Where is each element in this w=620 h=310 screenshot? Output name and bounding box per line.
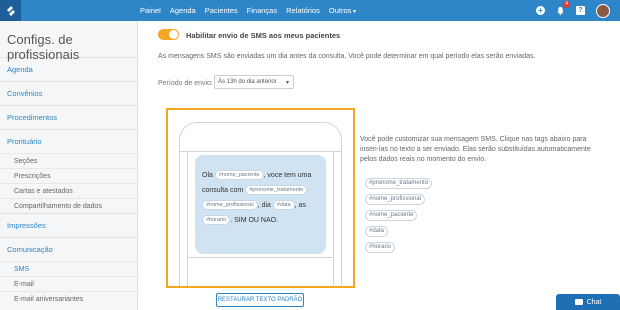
message-text: , dia <box>257 202 271 209</box>
message-tag-data[interactable]: #data <box>272 200 295 211</box>
message-text: , as <box>294 202 306 209</box>
sms-enable-label: Habilitar envio de SMS aos meus paciente… <box>186 31 341 40</box>
period-label: Período de envio: <box>158 80 213 87</box>
message-text: . SIM OU NAO. <box>230 217 279 224</box>
notifications-bell-icon[interactable]: 4 <box>556 1 570 15</box>
sidebar-item-procedimentos[interactable]: Procedimentos <box>0 105 137 129</box>
tag-button-nome-paciente[interactable]: #nome_paciente <box>365 210 418 221</box>
period-select-value: Às 13h do dia anterior <box>218 79 277 85</box>
tag-button-horario[interactable]: #horario <box>365 242 396 253</box>
nav-pacientes[interactable]: Pacientes <box>205 6 238 15</box>
user-avatar[interactable] <box>596 3 610 18</box>
top-right-icons: + 4 ? <box>525 0 610 21</box>
sidebar-subitem-compartilhamento[interactable]: Compartilhamento de dados <box>0 198 137 213</box>
main-nav: Painel Agenda Pacientes Finanças Relatór… <box>140 0 365 21</box>
sidebar-item-convenios[interactable]: Convênios <box>0 81 137 105</box>
message-text: Ola <box>202 172 213 179</box>
message-tag-nome-profissional[interactable]: #nome_profissional <box>202 200 258 211</box>
message-tag-horario[interactable]: #horario <box>202 215 231 226</box>
add-circle-icon[interactable]: + <box>536 6 545 15</box>
sms-message-editor[interactable]: Ola #nome_paciente, voce tem uma consult… <box>195 155 326 254</box>
logo-icon <box>6 5 15 16</box>
sidebar-subitem-cartas-atestados[interactable]: Cartas e atestados <box>0 183 137 198</box>
sidebar-subitem-prescricoes[interactable]: Prescrições <box>0 168 137 183</box>
sms-settings-panel: Habilitar envio de SMS aos meus paciente… <box>138 21 620 310</box>
nav-financas[interactable]: Finanças <box>247 6 277 15</box>
customize-help-text: Você pode customizar sua mensagem SMS. C… <box>360 136 591 163</box>
message-tag-nome-paciente[interactable]: #nome_paciente <box>214 170 264 181</box>
restore-default-text-button[interactable]: RESTAURAR TEXTO PADRÃO <box>216 293 304 307</box>
sms-enable-toggle[interactable] <box>158 29 179 40</box>
sidebar-subitem-sms[interactable]: SMS <box>0 261 137 276</box>
tag-button-nome-profissional[interactable]: #nome_profissional <box>365 194 426 205</box>
help-icon[interactable]: ? <box>576 6 585 15</box>
period-select[interactable]: Às 13h do dia anterior ▾ <box>214 75 294 89</box>
nav-outros-dropdown[interactable]: Outros <box>329 6 356 15</box>
nav-relatorios[interactable]: Relatórios <box>286 6 320 15</box>
sidebar-item-impressoes[interactable]: Impressões <box>0 213 137 237</box>
nav-painel[interactable]: Painel <box>140 6 161 15</box>
sidebar-item-prontuario[interactable]: Prontuário <box>0 129 137 153</box>
tag-button-pronome-tratamento[interactable]: #pronome_tratamento <box>365 178 433 189</box>
sidebar-subitem-email-aniversariantes[interactable]: E-mail aniversariantes <box>0 291 137 306</box>
app-logo[interactable] <box>0 0 21 21</box>
sidebar-subitem-email[interactable]: E-mail <box>0 276 137 291</box>
chat-button[interactable]: Chat <box>556 294 620 310</box>
chevron-down-icon: ▾ <box>285 79 289 86</box>
available-tags-list: #pronome_tratamento #nome_profissional #… <box>365 178 433 258</box>
tag-button-data[interactable]: #data <box>365 226 389 237</box>
sidebar-title: Configs. de profissionais <box>7 32 80 62</box>
sidebar-subitem-secoes[interactable]: Seções <box>0 153 137 168</box>
notification-count-badge: 4 <box>563 1 570 8</box>
sidebar-item-comunicacao[interactable]: Comunicação <box>0 237 137 261</box>
message-tag-pronome-tratamento[interactable]: #pronome_tratamento <box>245 185 308 196</box>
chat-label: Chat <box>586 298 602 306</box>
phone-screen-bottom-line <box>187 257 334 258</box>
chat-bubble-icon <box>574 299 583 305</box>
nav-agenda[interactable]: Agenda <box>170 6 196 15</box>
sms-description: As mensagens SMS são enviadas um dia ant… <box>158 53 536 60</box>
sms-preview-frame: Ola #nome_paciente, voce tem uma consult… <box>166 108 355 288</box>
top-navigation-bar: Painel Agenda Pacientes Finanças Relatór… <box>0 0 620 21</box>
settings-sidebar: Configs. de profissionais Agenda Convêni… <box>0 21 138 310</box>
